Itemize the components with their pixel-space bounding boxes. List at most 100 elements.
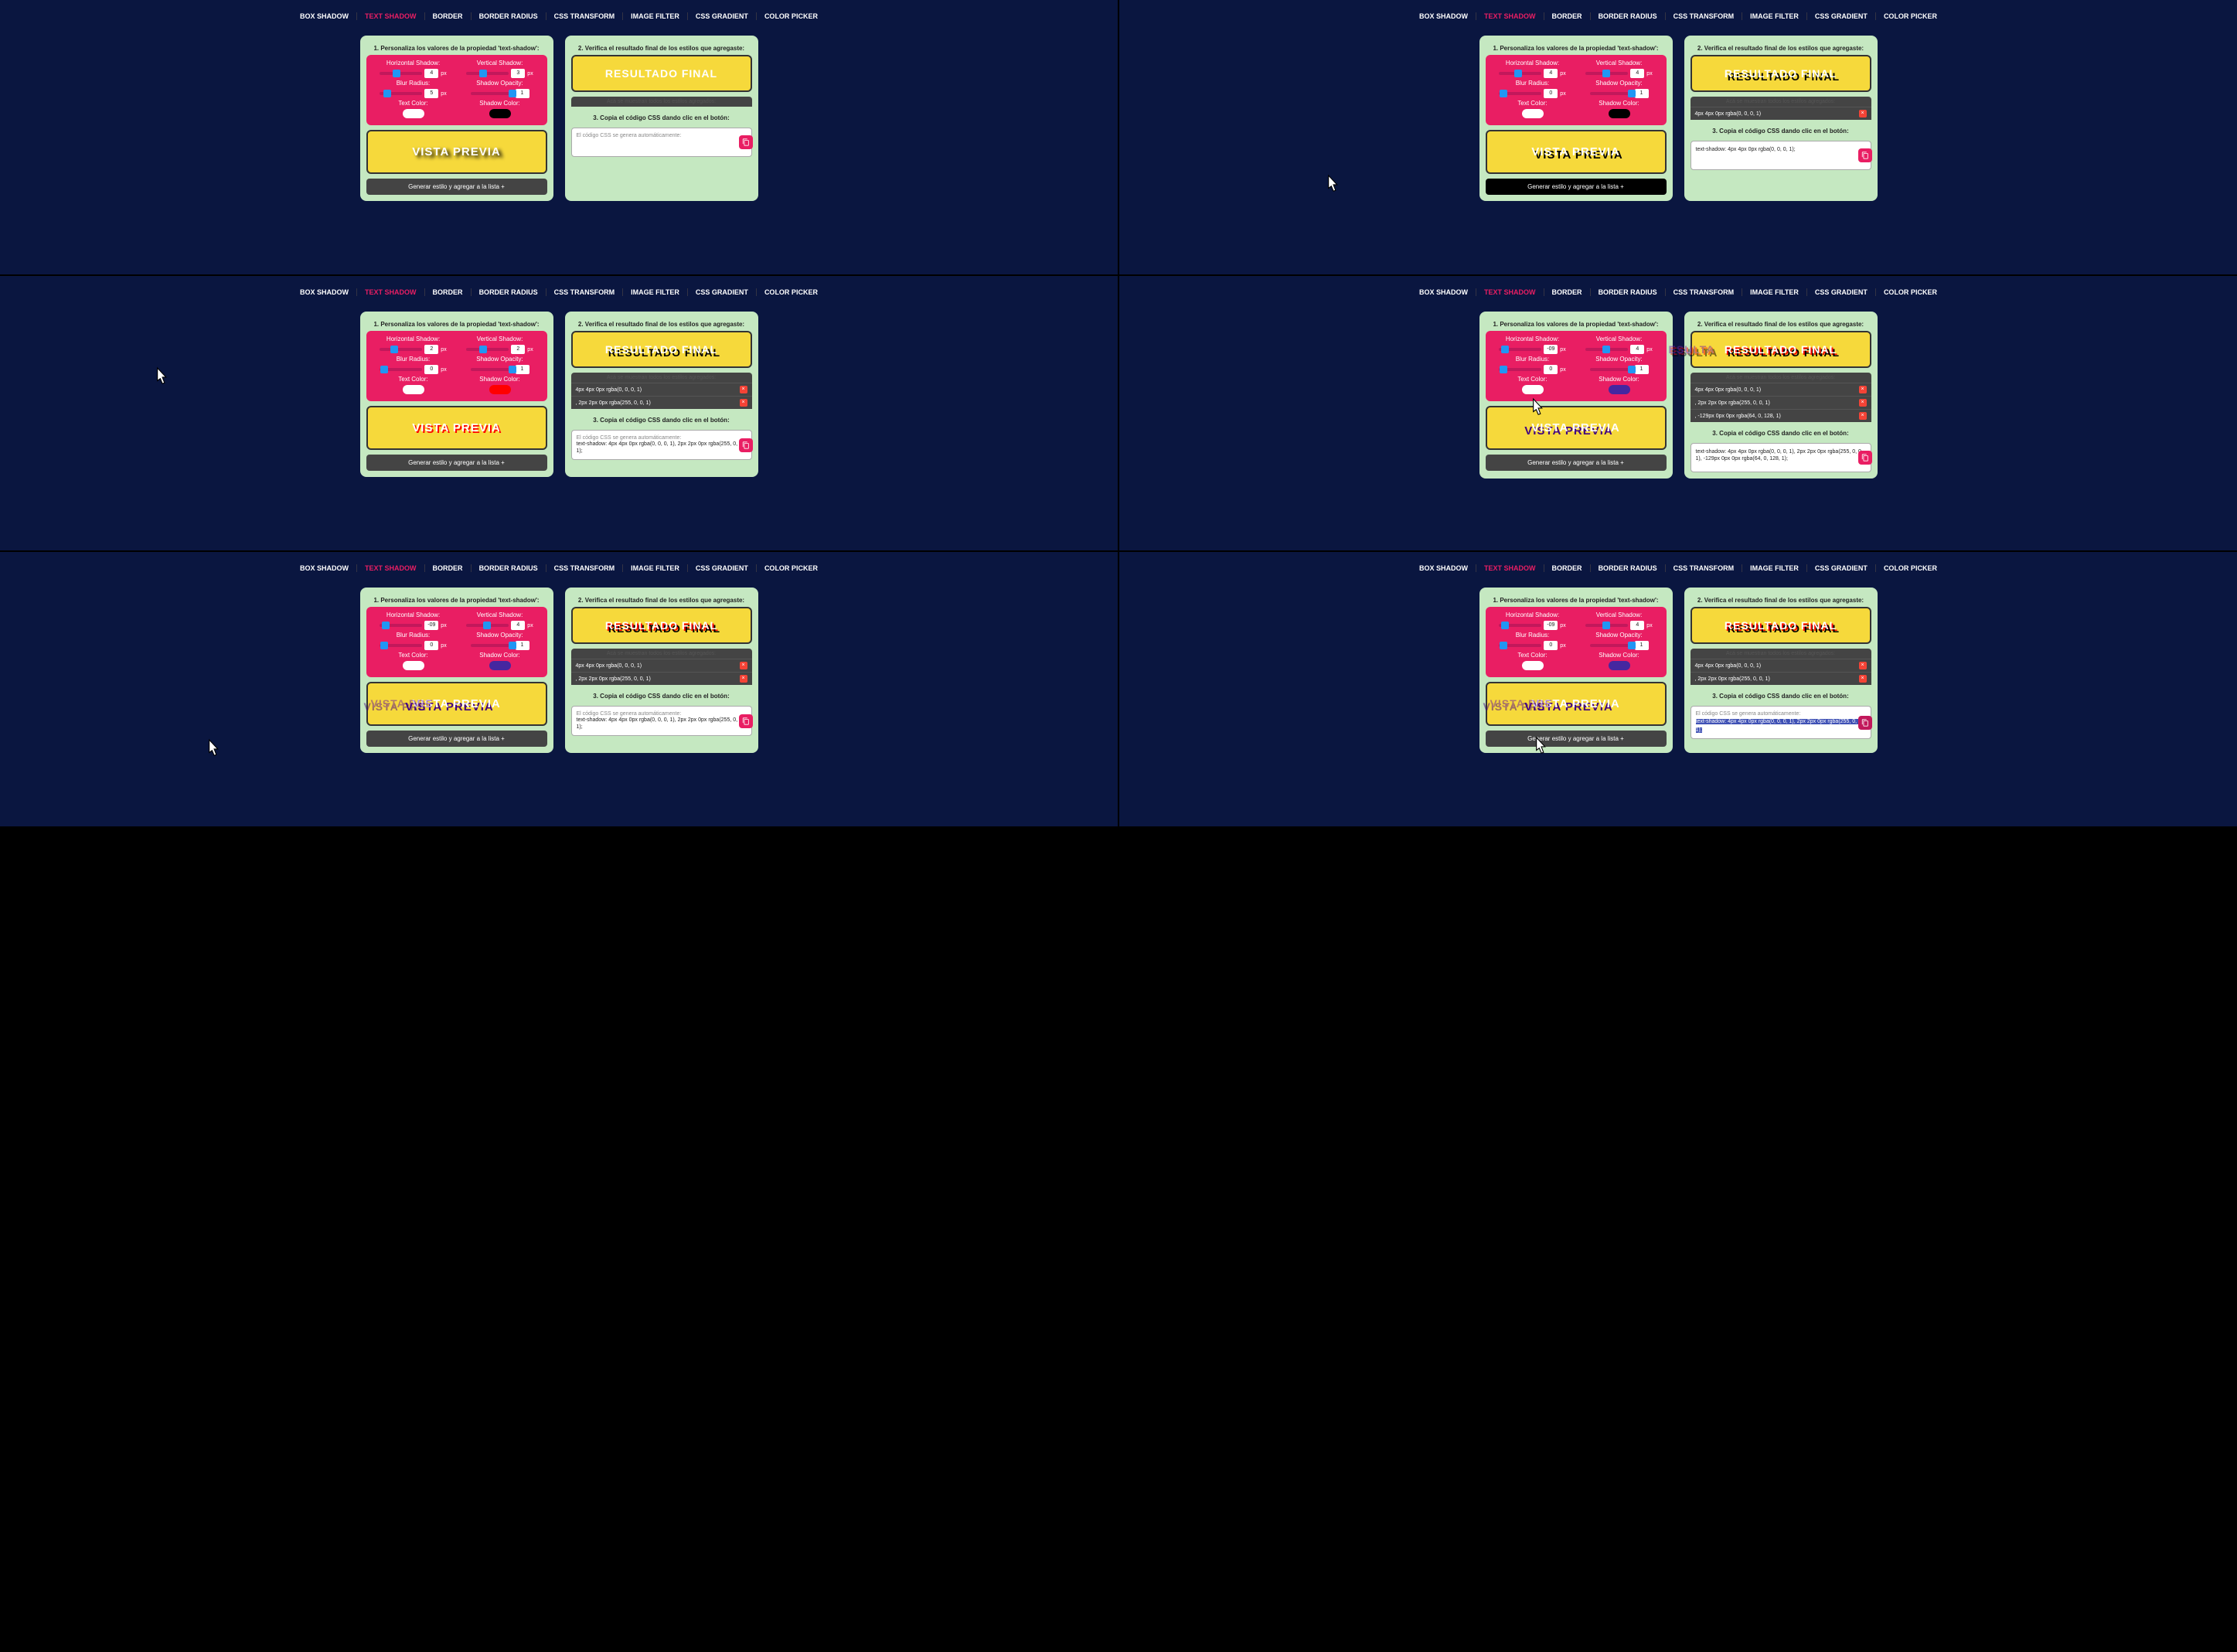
- code-output[interactable]: El código CSS se genera automáticamente:…: [1691, 706, 1871, 739]
- nav-item[interactable]: BORDER RADIUS: [472, 288, 546, 296]
- h-slider[interactable]: [1499, 348, 1541, 351]
- generate-button[interactable]: Generar estilo y agregar a la lista +: [1486, 179, 1667, 195]
- o-value[interactable]: 1: [1635, 641, 1649, 650]
- nav-item[interactable]: COLOR PICKER: [757, 288, 826, 296]
- b-slider[interactable]: [380, 368, 422, 371]
- code-output[interactable]: El código CSS se genera automáticamente:: [571, 128, 752, 157]
- b-value[interactable]: 0: [424, 641, 438, 650]
- delete-button[interactable]: ×: [740, 675, 747, 683]
- nav-item[interactable]: BOX SHADOW: [292, 12, 357, 20]
- nav-item[interactable]: IMAGE FILTER: [1742, 564, 1807, 572]
- delete-button[interactable]: ×: [740, 386, 747, 393]
- h-value[interactable]: -09: [424, 621, 438, 630]
- nav-item[interactable]: CSS TRANSFORM: [1666, 564, 1743, 572]
- nav-item[interactable]: CSS GRADIENT: [688, 12, 757, 20]
- code-output[interactable]: El código CSS se genera automáticamente:…: [571, 430, 752, 460]
- o-slider[interactable]: [471, 92, 513, 95]
- b-slider[interactable]: [380, 92, 422, 95]
- shadow-color-swatch[interactable]: [1609, 661, 1630, 670]
- h-value[interactable]: 4: [424, 69, 438, 78]
- nav-item[interactable]: BOX SHADOW: [292, 564, 357, 572]
- nav-item[interactable]: BORDER RADIUS: [472, 564, 546, 572]
- nav-item[interactable]: TEXT SHADOW: [357, 12, 425, 20]
- nav-item[interactable]: IMAGE FILTER: [1742, 288, 1807, 296]
- nav-item[interactable]: BORDER RADIUS: [1591, 288, 1666, 296]
- nav-item[interactable]: COLOR PICKER: [757, 12, 826, 20]
- o-slider[interactable]: [1590, 92, 1633, 95]
- text-color-swatch[interactable]: [403, 385, 424, 394]
- v-slider[interactable]: [466, 624, 509, 627]
- copy-button[interactable]: [739, 714, 753, 728]
- nav-item[interactable]: TEXT SHADOW: [357, 564, 425, 572]
- b-value[interactable]: 0: [1544, 365, 1558, 374]
- shadow-color-swatch[interactable]: [489, 661, 511, 670]
- h-slider[interactable]: [380, 348, 422, 351]
- nav-item[interactable]: BORDER: [425, 564, 472, 572]
- delete-button[interactable]: ×: [1859, 110, 1867, 118]
- copy-button[interactable]: [1858, 716, 1872, 730]
- h-value[interactable]: -09: [1544, 621, 1558, 630]
- o-slider[interactable]: [471, 368, 513, 371]
- nav-item[interactable]: CSS TRANSFORM: [1666, 288, 1743, 296]
- o-slider[interactable]: [471, 644, 513, 647]
- nav-item[interactable]: BOX SHADOW: [1411, 12, 1476, 20]
- nav-item[interactable]: IMAGE FILTER: [623, 564, 688, 572]
- o-value[interactable]: 1: [516, 365, 529, 374]
- o-slider[interactable]: [1590, 644, 1633, 647]
- nav-item[interactable]: CSS TRANSFORM: [546, 288, 624, 296]
- nav-item[interactable]: BORDER RADIUS: [1591, 12, 1666, 20]
- shadow-color-swatch[interactable]: [1609, 385, 1630, 394]
- nav-item[interactable]: IMAGE FILTER: [623, 288, 688, 296]
- text-color-swatch[interactable]: [1522, 109, 1544, 118]
- shadow-color-swatch[interactable]: [489, 385, 511, 394]
- nav-item[interactable]: CSS TRANSFORM: [546, 564, 624, 572]
- delete-button[interactable]: ×: [1859, 662, 1867, 669]
- b-value[interactable]: 0: [1544, 89, 1558, 98]
- nav-item[interactable]: CSS GRADIENT: [688, 288, 757, 296]
- v-value[interactable]: 3: [511, 69, 525, 78]
- v-value[interactable]: 4: [1630, 69, 1644, 78]
- nav-item[interactable]: COLOR PICKER: [1876, 564, 1945, 572]
- delete-button[interactable]: ×: [1859, 399, 1867, 407]
- o-value[interactable]: 1: [1635, 365, 1649, 374]
- text-color-swatch[interactable]: [1522, 661, 1544, 670]
- v-slider[interactable]: [1585, 72, 1628, 75]
- nav-item[interactable]: BORDER: [1544, 288, 1591, 296]
- o-slider[interactable]: [1590, 368, 1633, 371]
- nav-item[interactable]: TEXT SHADOW: [1476, 12, 1544, 20]
- nav-item[interactable]: COLOR PICKER: [757, 564, 826, 572]
- nav-item[interactable]: CSS TRANSFORM: [1666, 12, 1743, 20]
- nav-item[interactable]: TEXT SHADOW: [357, 288, 425, 296]
- shadow-color-swatch[interactable]: [489, 109, 511, 118]
- h-value[interactable]: -09: [1544, 345, 1558, 354]
- nav-item[interactable]: BOX SHADOW: [1411, 564, 1476, 572]
- v-value[interactable]: 4: [1630, 345, 1644, 354]
- h-slider[interactable]: [1499, 72, 1541, 75]
- nav-item[interactable]: BORDER RADIUS: [472, 12, 546, 20]
- nav-item[interactable]: CSS GRADIENT: [1807, 288, 1876, 296]
- copy-button[interactable]: [1858, 451, 1872, 465]
- shadow-color-swatch[interactable]: [1609, 109, 1630, 118]
- nav-item[interactable]: COLOR PICKER: [1876, 288, 1945, 296]
- v-value[interactable]: 2: [511, 345, 525, 354]
- b-value[interactable]: 0: [1544, 641, 1558, 650]
- v-slider[interactable]: [1585, 624, 1628, 627]
- nav-item[interactable]: IMAGE FILTER: [623, 12, 688, 20]
- nav-item[interactable]: CSS GRADIENT: [1807, 12, 1876, 20]
- nav-item[interactable]: BORDER RADIUS: [1591, 564, 1666, 572]
- h-value[interactable]: 2: [424, 345, 438, 354]
- nav-item[interactable]: BORDER: [1544, 564, 1591, 572]
- copy-button[interactable]: [1858, 148, 1872, 162]
- v-value[interactable]: 4: [1630, 621, 1644, 630]
- nav-item[interactable]: BORDER: [425, 288, 472, 296]
- generate-button[interactable]: Generar estilo y agregar a la lista +: [1486, 731, 1667, 747]
- nav-item[interactable]: TEXT SHADOW: [1476, 288, 1544, 296]
- v-value[interactable]: 4: [511, 621, 525, 630]
- delete-button[interactable]: ×: [740, 399, 747, 407]
- text-color-swatch[interactable]: [403, 109, 424, 118]
- v-slider[interactable]: [1585, 348, 1628, 351]
- b-slider[interactable]: [380, 644, 422, 647]
- copy-button[interactable]: [739, 438, 753, 452]
- generate-button[interactable]: Generar estilo y agregar a la lista +: [366, 455, 547, 471]
- nav-item[interactable]: BORDER: [425, 12, 472, 20]
